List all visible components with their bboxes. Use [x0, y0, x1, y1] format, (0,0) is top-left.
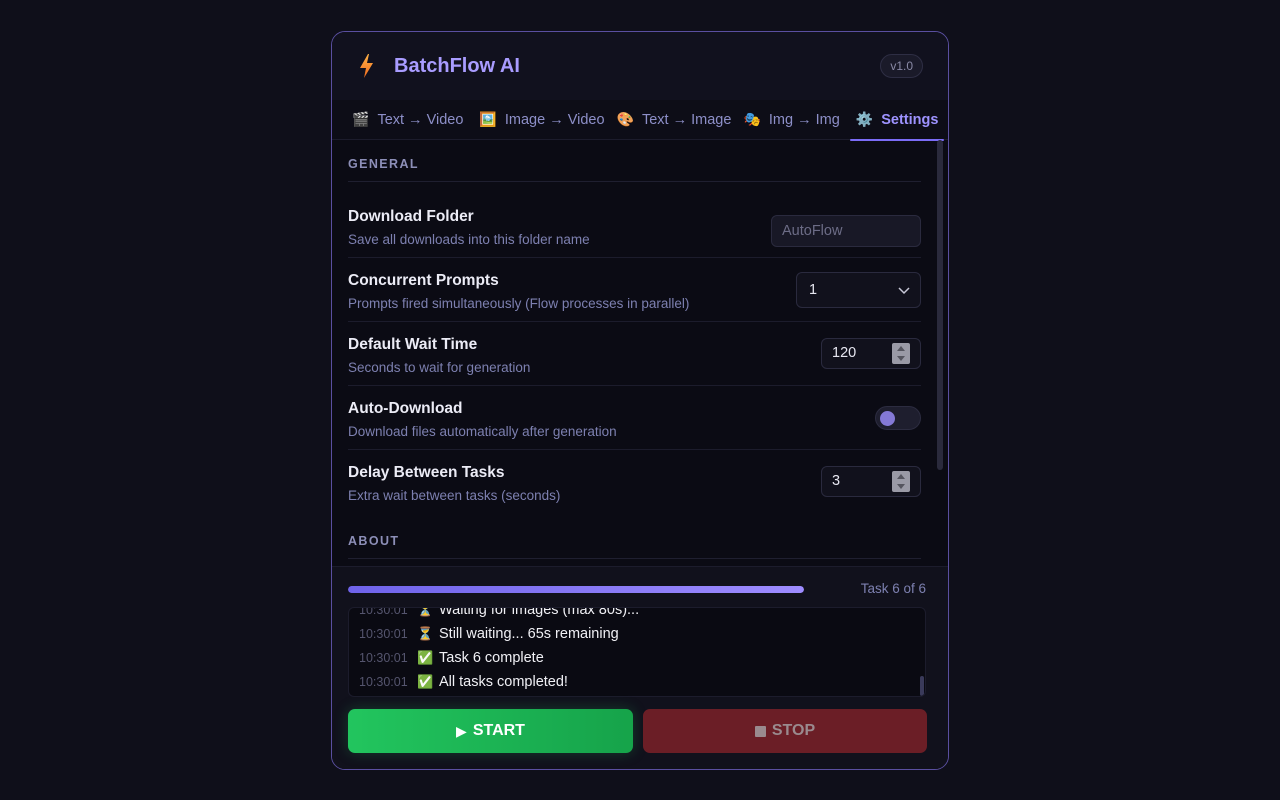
picture-icon: 🖼️ — [479, 111, 497, 127]
delay-input[interactable]: 3 — [821, 466, 921, 497]
setting-label: Default Wait Time — [348, 336, 478, 353]
setting-desc: Extra wait between tasks (seconds) — [348, 488, 561, 503]
section-title-about: ABOUT — [348, 534, 921, 559]
concurrent-prompts-select[interactable]: 1 — [796, 272, 921, 308]
theater-masks-icon: 🎭 — [743, 111, 761, 127]
stop-button[interactable]: STOP — [643, 709, 927, 753]
setting-row-download-folder: Download Folder Save all downloads into … — [348, 194, 921, 258]
toggle-knob — [880, 411, 895, 426]
hourglass-icon: ⏳ — [417, 607, 434, 617]
setting-desc: Prompts fired simultaneously (Flow proce… — [348, 296, 690, 311]
tab-bar: 🎬 Text → Video 🖼️ Image → Video 🎨 Text →… — [332, 100, 948, 141]
auto-download-toggle[interactable] — [875, 406, 921, 430]
header: BatchFlow AI v1.0 — [332, 32, 948, 100]
log-text: Waiting for images (max 80s)... — [439, 607, 640, 618]
number-value: 120 — [832, 345, 857, 361]
start-label: START — [472, 722, 525, 739]
log-scrollbar[interactable] — [920, 676, 924, 696]
log-line: 10:30:01 ⏳ Still waiting... 65s remainin… — [349, 622, 925, 646]
tab-settings[interactable]: ⚙️ Settings — [849, 100, 945, 141]
download-folder-input[interactable]: AutoFlow — [771, 215, 921, 247]
check-icon: ✅ — [417, 650, 434, 665]
setting-row-default-wait-time: Default Wait Time Seconds to wait for ge… — [348, 322, 921, 386]
log-line: 10:30:01 ✅ Task 6 complete — [349, 646, 925, 670]
progress-fill — [348, 586, 804, 593]
log-text: Still waiting... 65s remaining — [439, 626, 619, 642]
clapperboard-icon: 🎬 — [352, 111, 370, 127]
setting-label: Download Folder — [348, 208, 474, 225]
setting-label: Concurrent Prompts — [348, 272, 499, 289]
tab-label: Img → Img — [768, 111, 840, 128]
start-button[interactable]: ▶ START — [348, 709, 633, 753]
tab-label: Text → Image — [641, 111, 732, 128]
app-title: BatchFlow AI — [394, 54, 520, 77]
number-stepper[interactable] — [892, 343, 910, 364]
hourglass-icon: ⏳ — [417, 626, 434, 641]
number-value: 3 — [832, 473, 841, 489]
log-timestamp: 10:30:01 — [359, 651, 408, 665]
check-icon: ✅ — [417, 674, 434, 689]
select-value: 1 — [809, 282, 818, 298]
footer: Task 6 of 6 10:30:01 ⏳ Waiting for image… — [332, 566, 948, 769]
wait-time-input[interactable]: 120 — [821, 338, 921, 369]
log-timestamp: 10:30:01 — [359, 627, 408, 641]
setting-desc: Seconds to wait for generation — [348, 360, 531, 375]
gear-icon: ⚙️ — [855, 111, 874, 127]
log-text: All tasks completed! — [439, 674, 568, 690]
version-badge: v1.0 — [880, 54, 923, 78]
settings-content[interactable]: GENERAL Download Folder Save all downloa… — [348, 140, 921, 566]
tab-image-to-video[interactable]: 🖼️ Image → Video — [473, 100, 610, 140]
setting-row-concurrent-prompts: Concurrent Prompts Prompts fired simulta… — [348, 258, 921, 322]
setting-row-delay: Delay Between Tasks Extra wait between t… — [348, 450, 921, 514]
chevron-down-icon — [898, 287, 910, 295]
number-stepper[interactable] — [892, 471, 910, 492]
palette-icon: 🎨 — [616, 111, 634, 127]
play-icon: ▶ — [456, 722, 467, 739]
activity-log[interactable]: 10:30:01 ⏳ Waiting for images (max 80s).… — [348, 607, 926, 697]
setting-desc: Download files automatically after gener… — [348, 424, 617, 439]
tab-text-to-image[interactable]: 🎨 Text → Image — [611, 100, 738, 140]
settings-scrollbar[interactable] — [937, 140, 943, 470]
log-timestamp: 10:30:01 — [359, 675, 408, 689]
tab-label: Text → Video — [377, 111, 464, 128]
setting-label: Auto-Download — [348, 400, 463, 417]
tab-label: Image → Video — [504, 111, 605, 128]
setting-row-auto-download: Auto-Download Download files automatical… — [348, 386, 921, 450]
log-line: 10:30:01 ⏳ Waiting for images (max 80s).… — [349, 607, 925, 622]
lightning-bolt-icon — [360, 54, 373, 78]
section-title-general: GENERAL — [348, 157, 921, 182]
tab-label: Settings — [881, 111, 939, 128]
log-text: Task 6 complete — [439, 650, 544, 666]
log-line: 10:30:01 ✅ All tasks completed! — [349, 670, 925, 694]
task-counter: Task 6 of 6 — [860, 581, 926, 596]
setting-desc: Save all downloads into this folder name — [348, 232, 590, 247]
tab-text-to-video[interactable]: 🎬 Text → Video — [346, 100, 469, 140]
log-timestamp: 10:30:01 — [359, 607, 408, 617]
progress-bar — [348, 586, 804, 593]
setting-label: Delay Between Tasks — [348, 464, 505, 481]
tab-img-to-img[interactable]: 🎭 Img → Img — [737, 100, 845, 140]
stop-label: STOP — [771, 722, 816, 739]
batchflow-panel: BatchFlow AI v1.0 🎬 Text → Video 🖼️ Imag… — [331, 31, 949, 770]
stop-icon — [754, 725, 766, 737]
